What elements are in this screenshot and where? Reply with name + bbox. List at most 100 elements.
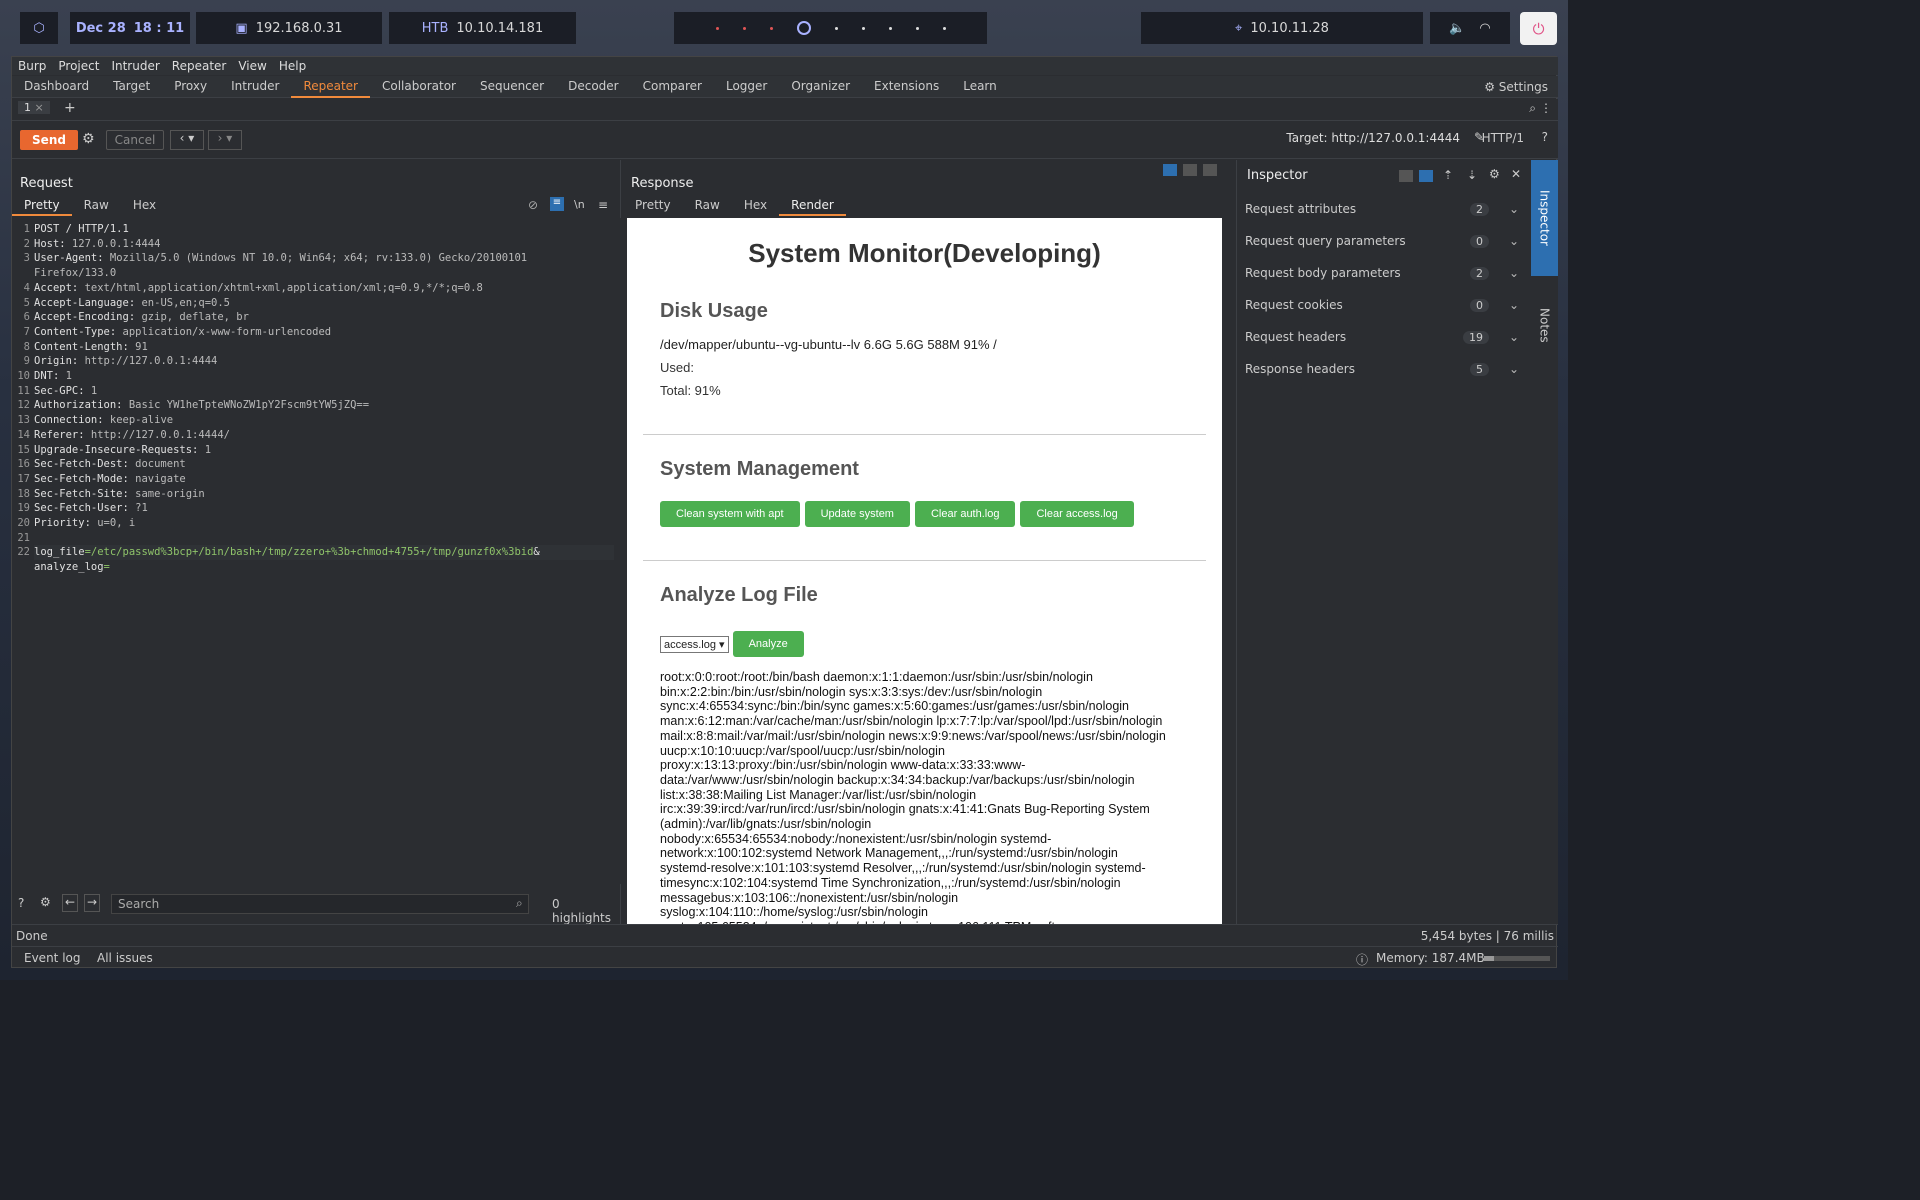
notes-side-tab[interactable]: Notes xyxy=(1531,290,1558,360)
cancel-button[interactable]: Cancel xyxy=(106,130,164,150)
clear-auth-log-button[interactable]: Clear auth.log xyxy=(914,501,1016,527)
tab-collaborator[interactable]: Collaborator xyxy=(370,76,468,98)
tab-repeater[interactable]: Repeater xyxy=(291,76,370,98)
workspace-icon[interactable]: ⬡ xyxy=(20,12,58,44)
layout-split-icon[interactable] xyxy=(1163,164,1177,176)
tab-comparer[interactable]: Comparer xyxy=(631,76,714,98)
tab-raw[interactable]: Raw xyxy=(683,196,732,216)
gear-icon[interactable]: ⚙ xyxy=(40,895,51,909)
layout-horizontal-icon[interactable] xyxy=(1183,164,1197,176)
settings-button[interactable]: ⚙ Settings xyxy=(1484,76,1548,98)
tab-intruder[interactable]: Intruder xyxy=(219,76,291,98)
clear-access-log-button[interactable]: Clear access.log xyxy=(1020,501,1134,527)
event-log-button[interactable]: Event log xyxy=(24,951,80,965)
inspector-row[interactable]: Response headers 5 ⌄ xyxy=(1245,354,1525,384)
all-issues-button[interactable]: All issues xyxy=(97,951,153,965)
tab-logger[interactable]: Logger xyxy=(714,76,779,98)
tab-proxy[interactable]: Proxy xyxy=(162,76,219,98)
expand-icon[interactable]: ⇡ xyxy=(1443,168,1453,182)
rendered-page[interactable]: System Monitor(Developing) Disk Usage /d… xyxy=(627,218,1222,924)
prev-icon[interactable]: ← xyxy=(62,894,78,912)
request-line: Accept-Encoding: gzip, deflate, br xyxy=(34,311,249,324)
tray[interactable]: 🔈 ◠ xyxy=(1430,12,1510,44)
output-line: messagebus:x:103:106::/nonexistent:/usr/… xyxy=(660,890,959,905)
tab-target[interactable]: Target xyxy=(101,76,162,98)
tab-hex[interactable]: Hex xyxy=(121,196,168,216)
back-button[interactable]: ‹ ▾ xyxy=(170,130,204,150)
layout-tabs-icon[interactable] xyxy=(1203,164,1217,176)
inspector-row[interactable]: Request body parameters 2 ⌄ xyxy=(1245,258,1525,288)
newline-toggle[interactable]: \n xyxy=(574,198,585,211)
memory-bar xyxy=(1484,956,1550,961)
system-management-section: System Management Clean system with apt U… xyxy=(660,458,1139,527)
target-label[interactable]: Target: http://127.0.0.1:4444 xyxy=(1286,131,1460,145)
wifi-icon[interactable]: ◠ xyxy=(1479,21,1490,36)
divider xyxy=(643,560,1206,561)
wrap-icon[interactable]: ≡ xyxy=(550,197,564,211)
menu-view[interactable]: View xyxy=(232,59,272,73)
request-editor[interactable]: 123 4 5 6 7 8 9 10 11 12 13 14 15 16 17 18 19 20 21 22 POS… xyxy=(12,218,621,884)
output-line: list:x:38:38:Mailing List Manager:/var/l… xyxy=(660,787,977,802)
tab-pretty[interactable]: Pretty xyxy=(12,196,72,216)
date: Dec 28 xyxy=(75,20,126,36)
hide-icon[interactable]: ⊘ xyxy=(528,198,538,212)
menu-project[interactable]: Project xyxy=(52,59,105,73)
menu-repeater[interactable]: Repeater xyxy=(166,59,233,73)
request-lines[interactable]: POST / HTTP/1.1 Host: 127.0.0.1:4444 User-… xyxy=(34,222,614,575)
chevron-down-icon[interactable]: ⌄ xyxy=(1509,234,1519,248)
chevron-down-icon[interactable]: ⌄ xyxy=(1509,330,1519,344)
close-icon[interactable]: ✕ xyxy=(1511,167,1521,181)
update-system-button[interactable]: Update system xyxy=(804,501,910,527)
workspace-dots[interactable] xyxy=(674,12,987,44)
menu-help[interactable]: Help xyxy=(273,59,312,73)
forward-button[interactable]: › ▾ xyxy=(208,130,242,150)
tab-extensions[interactable]: Extensions xyxy=(862,76,951,98)
next-icon[interactable]: → xyxy=(84,894,100,912)
inspector-row[interactable]: Request attributes 2 ⌄ xyxy=(1245,194,1525,224)
chevron-down-icon[interactable]: ⌄ xyxy=(1509,298,1519,312)
search-icon[interactable]: ⌕ xyxy=(1529,101,1536,116)
tab-organizer[interactable]: Organizer xyxy=(779,76,862,98)
tab-learn[interactable]: Learn xyxy=(951,76,1009,98)
volume-icon[interactable]: 🔈 xyxy=(1449,21,1465,36)
inspector-row[interactable]: Request query parameters 0 ⌄ xyxy=(1245,226,1525,256)
analyze-button[interactable]: Analyze xyxy=(732,631,804,657)
log-select[interactable]: access.log ▾ xyxy=(660,635,729,653)
layout-icon[interactable] xyxy=(1419,170,1433,182)
http-version[interactable]: HTTP/1 xyxy=(1482,131,1524,145)
divider xyxy=(643,434,1206,435)
tab-dashboard[interactable]: Dashboard xyxy=(12,76,101,98)
inspector-side-tab[interactable]: Inspector xyxy=(1531,160,1558,276)
inspector-row[interactable]: Request headers 19 ⌄ xyxy=(1245,322,1525,352)
menu-burp[interactable]: Burp xyxy=(12,59,52,73)
layout-icon[interactable] xyxy=(1399,170,1413,182)
gear-icon[interactable]: ⚙ xyxy=(1489,167,1500,181)
help-icon[interactable]: ? xyxy=(18,896,24,910)
body-line: log_file=/etc/passwd%3bcp+/bin/bash+/tmp… xyxy=(34,545,614,561)
chevron-down-icon[interactable]: ⌄ xyxy=(1509,202,1519,216)
tab-decoder[interactable]: Decoder xyxy=(556,76,631,98)
clean-apt-button[interactable]: Clean system with apt xyxy=(660,501,800,527)
inspector-row[interactable]: Request cookies 0 ⌄ xyxy=(1245,290,1525,320)
collapse-icon[interactable]: ⇣ xyxy=(1467,168,1477,182)
add-tab-button[interactable]: + xyxy=(64,100,76,116)
tab-render[interactable]: Render xyxy=(779,196,846,216)
menu-intruder[interactable]: Intruder xyxy=(105,59,165,73)
power-button[interactable]: ⏻ xyxy=(1520,12,1557,45)
menu-icon[interactable]: ≡ xyxy=(598,198,608,212)
tab-pretty[interactable]: Pretty xyxy=(623,196,683,216)
gear-icon[interactable]: ⚙ xyxy=(82,131,95,147)
more-icon[interactable]: ⋮ xyxy=(1540,101,1552,115)
tab-raw[interactable]: Raw xyxy=(72,196,121,216)
output-line: timesync:x:102:104:systemd Time Synchron… xyxy=(660,875,1121,890)
search-input[interactable]: Search xyxy=(111,894,529,914)
tab-sequencer[interactable]: Sequencer xyxy=(468,76,556,98)
chevron-down-icon[interactable]: ⌄ xyxy=(1509,362,1519,376)
send-button[interactable]: Send xyxy=(20,130,78,150)
chevron-down-icon[interactable]: ⌄ xyxy=(1509,266,1519,280)
tab-hex[interactable]: Hex xyxy=(732,196,779,216)
close-icon[interactable]: × xyxy=(35,101,44,114)
repeater-tab-1[interactable]: 1 × xyxy=(18,101,50,114)
request-line: Content-Length: 91 xyxy=(34,340,148,353)
help-icon[interactable]: ? xyxy=(1542,130,1548,144)
